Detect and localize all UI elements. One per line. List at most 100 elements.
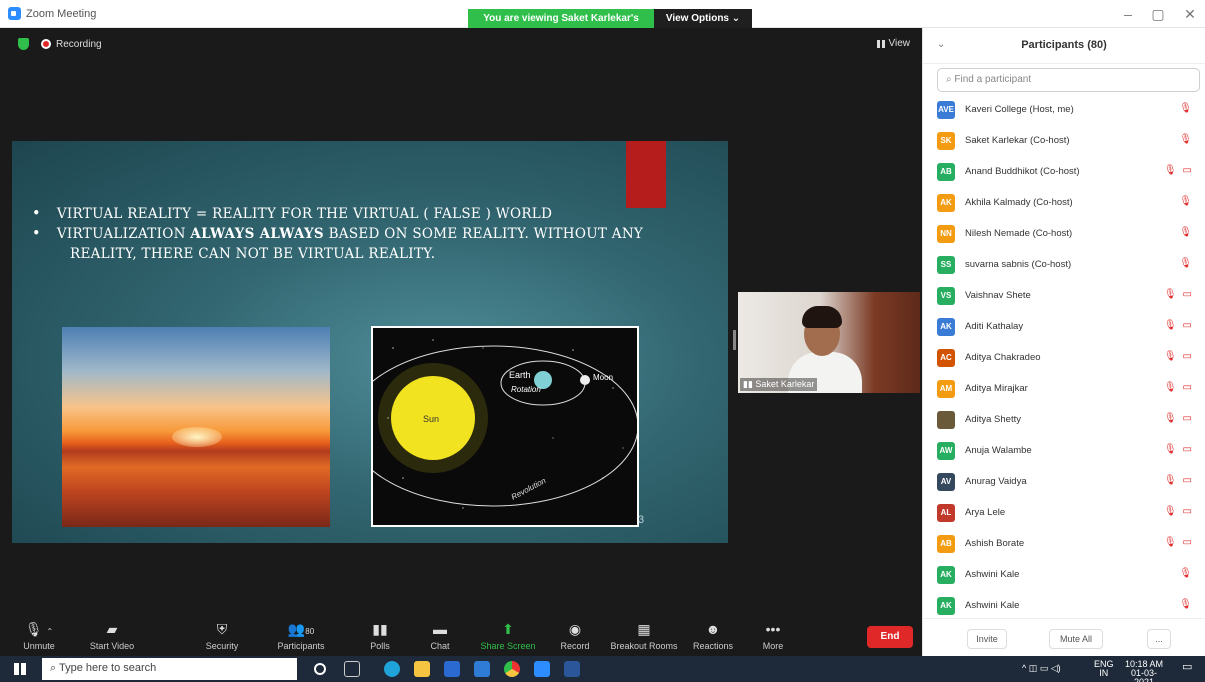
mic-muted-icon: 🎙 xyxy=(1179,196,1192,207)
participant-status-icons: 🎙 ▭ xyxy=(1164,506,1192,517)
polls-button[interactable]: ▮▮ Polls xyxy=(364,621,396,651)
share-screen-button[interactable]: ⬆ Share Screen xyxy=(478,621,538,651)
app-title: Zoom Meeting xyxy=(8,7,96,20)
system-tray-icons[interactable]: ^ ◫ ▭ ◁) xyxy=(1022,664,1061,673)
word-icon[interactable] xyxy=(564,661,580,677)
zoom-logo-icon xyxy=(8,7,21,20)
participant-status-icons: 🎙 ▭ xyxy=(1164,382,1192,393)
taskbar-search-input[interactable]: ⌕ Type here to search xyxy=(42,658,297,680)
participant-video[interactable]: ▮▮ Saket Karlekar xyxy=(738,292,920,393)
mic-muted-icon: 🎙 xyxy=(1163,537,1177,548)
chrome-icon[interactable] xyxy=(504,661,520,677)
participant-row[interactable]: SK Saket Karlekar (Co-host) 🎙 xyxy=(923,125,1205,156)
participant-status-icons: 🎙 xyxy=(1179,196,1192,207)
mic-muted-icon: 🎙 xyxy=(1163,475,1177,486)
participant-name: Anuja Walambe xyxy=(965,445,1032,456)
view-options-button[interactable]: View Options ⌄ xyxy=(654,9,752,28)
minimize-button[interactable]: – xyxy=(1118,6,1138,22)
recording-indicator[interactable]: Recording xyxy=(41,39,102,50)
end-meeting-button[interactable]: End xyxy=(867,626,913,648)
mic-muted-icon: 🎙 xyxy=(1163,506,1177,517)
avatar: AK xyxy=(937,596,955,615)
invite-button[interactable]: Invite xyxy=(967,629,1007,649)
participant-name: Vaishnav Shete xyxy=(965,290,1031,301)
participant-status-icons: 🎙 xyxy=(1179,599,1192,610)
file-explorer-icon[interactable] xyxy=(414,661,430,677)
record-icon: ◉ xyxy=(568,621,582,637)
revolution-label: Revolution xyxy=(510,476,548,502)
participant-status-icons: 🎙 ▭ xyxy=(1164,289,1192,300)
search-icon: ⌕ xyxy=(946,74,952,85)
video-person-hair xyxy=(802,306,842,328)
edge-icon[interactable] xyxy=(384,661,400,677)
unmute-button[interactable]: 🎙 ⌃ Unmute xyxy=(18,621,60,651)
participant-status-icons: 🎙 xyxy=(1179,134,1192,145)
avatar: NN xyxy=(937,224,955,243)
chat-button[interactable]: ▬ Chat xyxy=(424,621,456,651)
participant-row[interactable]: AC Aditya Chakradeo 🎙 ▭ xyxy=(923,342,1205,373)
participant-name: Arya Lele xyxy=(965,507,1006,518)
record-button[interactable]: ◉ Record xyxy=(556,621,594,651)
reactions-icon: ☻ xyxy=(705,621,721,637)
language-indicator[interactable]: ENG IN xyxy=(1094,660,1114,678)
cortana-icon[interactable] xyxy=(314,663,326,675)
avatar: AVE xyxy=(937,100,955,119)
participant-row[interactable]: AW Anuja Walambe 🎙 ▭ xyxy=(923,435,1205,466)
participant-search-input[interactable]: ⌕ Find a participant xyxy=(937,68,1200,92)
zoom-app-icon[interactable] xyxy=(534,661,550,677)
participant-status-icons: 🎙 ▭ xyxy=(1164,537,1192,548)
mute-all-button[interactable]: Mute All xyxy=(1049,629,1103,649)
participant-row[interactable]: AL Arya Lele 🎙 ▭ xyxy=(923,497,1205,528)
sun-label: Sun xyxy=(423,414,439,424)
security-button[interactable]: ⛨ Security xyxy=(200,621,244,651)
maximize-button[interactable]: ▢ xyxy=(1148,6,1168,23)
video-name-label: ▮▮ Saket Karlekar xyxy=(740,378,818,391)
participants-panel: ⌄ Participants (80) ⌕ Find a participant… xyxy=(922,28,1205,656)
participant-name: Anand Buddhikot (Co-host) xyxy=(965,166,1080,177)
more-button[interactable]: ••• More xyxy=(758,621,788,651)
encryption-shield-icon[interactable] xyxy=(18,38,29,50)
breakout-rooms-button[interactable]: ▦ Breakout Rooms xyxy=(608,621,680,651)
panel-header: ⌄ Participants (80) xyxy=(923,28,1205,64)
start-video-button[interactable]: ▰ Start Video xyxy=(84,621,140,651)
participant-row[interactable]: AB Anand Buddhikot (Co-host) 🎙 ▭ xyxy=(923,156,1205,187)
participant-row[interactable]: SS suvarna sabnis (Co-host) 🎙 xyxy=(923,249,1205,280)
view-layout-button[interactable]: View xyxy=(876,38,911,49)
participant-row[interactable]: AM Aditya Mirajkar 🎙 ▭ xyxy=(923,373,1205,404)
mic-muted-icon: 🎙 xyxy=(1163,351,1177,362)
avatar: SS xyxy=(937,255,955,274)
notifications-icon[interactable]: ▭ xyxy=(1182,662,1192,673)
participant-status-icons: 🎙 xyxy=(1179,258,1192,269)
avatar: SK xyxy=(937,131,955,150)
participants-icon: 👥80 xyxy=(287,621,315,637)
participant-row[interactable]: AB Ashish Borate 🎙 ▭ xyxy=(923,528,1205,559)
participant-row[interactable]: NN Nilesh Nemade (Co-host) 🎙 xyxy=(923,218,1205,249)
mic-muted-icon: 🎙 xyxy=(1179,568,1192,579)
task-view-icon[interactable] xyxy=(344,661,360,677)
participant-row[interactable]: AK Ashwini Kale 🎙 xyxy=(923,590,1205,621)
participants-button[interactable]: 👥80 Participants xyxy=(272,621,330,651)
sun-glow xyxy=(172,427,222,447)
participant-row[interactable]: AK Aditi Kathalay 🎙 ▭ xyxy=(923,311,1205,342)
mic-muted-icon: 🎙 xyxy=(1179,258,1192,269)
clock[interactable]: 10:18 AM 01-03-2021 xyxy=(1122,660,1166,682)
avatar: VS xyxy=(937,286,955,305)
participant-row[interactable]: AK Ashwini Kale 🎙 xyxy=(923,559,1205,590)
video-splitter-handle[interactable] xyxy=(733,330,736,350)
record-dot-icon xyxy=(41,39,51,49)
close-button[interactable]: ✕ xyxy=(1180,6,1200,23)
windows-start-icon[interactable] xyxy=(14,663,26,675)
participant-row[interactable]: Aditya Shetty 🎙 ▭ xyxy=(923,404,1205,435)
video-off-icon: ▭ xyxy=(1182,475,1192,486)
slide-bullet-1: • Virtual reality = Reality for the virt… xyxy=(32,206,553,222)
video-off-icon: ▭ xyxy=(1182,382,1192,393)
participant-row[interactable]: AVE Kaveri College (Host, me) 🎙 xyxy=(923,94,1205,125)
participant-row[interactable]: VS Vaishnav Shete 🎙 ▭ xyxy=(923,280,1205,311)
store-icon[interactable] xyxy=(444,661,460,677)
participant-row[interactable]: AK Akhila Kalmady (Co-host) 🎙 xyxy=(923,187,1205,218)
participant-row[interactable]: AV Anurag Vaidya 🎙 ▭ xyxy=(923,466,1205,497)
reactions-button[interactable]: ☻ Reactions xyxy=(690,621,736,651)
view-label: View xyxy=(888,38,911,49)
panel-more-button[interactable]: ... xyxy=(1147,629,1171,649)
mail-icon[interactable] xyxy=(474,661,490,677)
